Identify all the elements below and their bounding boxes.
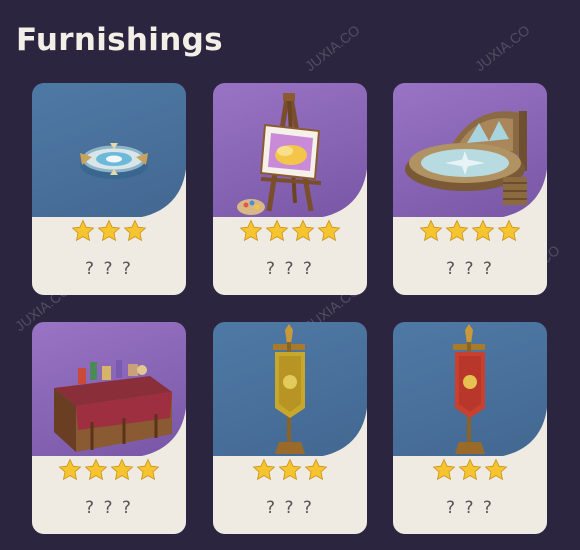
star-icon bbox=[497, 219, 521, 242]
furnishing-card-5[interactable]: ? ? ? bbox=[213, 322, 367, 534]
furnishing-card-2[interactable]: ? ? ? bbox=[213, 83, 367, 295]
watermark: JUXIA.CO bbox=[471, 21, 533, 75]
rarity-stars bbox=[393, 219, 547, 243]
star-icon bbox=[484, 458, 508, 481]
star-icon bbox=[97, 219, 121, 242]
star-icon bbox=[432, 458, 456, 481]
star-icon bbox=[239, 219, 263, 242]
star-icon bbox=[458, 458, 482, 481]
card-name: ? ? ? bbox=[446, 259, 494, 279]
card-name: ? ? ? bbox=[85, 498, 133, 518]
star-icon bbox=[265, 219, 289, 242]
star-icon bbox=[304, 458, 328, 481]
card-curve bbox=[32, 408, 186, 458]
card-name: ? ? ? bbox=[266, 498, 314, 518]
rarity-stars bbox=[213, 458, 367, 482]
furnishing-card-1[interactable]: ? ? ? bbox=[32, 83, 186, 295]
card-name: ? ? ? bbox=[446, 498, 494, 518]
card-name: ? ? ? bbox=[266, 259, 314, 279]
card-curve bbox=[213, 408, 367, 458]
star-icon bbox=[71, 219, 95, 242]
star-icon bbox=[84, 458, 108, 481]
watermark: JUXIA.CO bbox=[301, 21, 363, 75]
card-curve bbox=[393, 169, 547, 219]
star-icon bbox=[291, 219, 315, 242]
card-curve bbox=[393, 408, 547, 458]
rarity-stars bbox=[213, 219, 367, 243]
star-icon bbox=[317, 219, 341, 242]
star-icon bbox=[136, 458, 160, 481]
card-curve bbox=[213, 169, 367, 219]
star-icon bbox=[252, 458, 276, 481]
furnishing-card-6[interactable]: ? ? ? bbox=[393, 322, 547, 534]
star-icon bbox=[471, 219, 495, 242]
star-icon bbox=[278, 458, 302, 481]
page-title: Furnishings bbox=[16, 22, 223, 58]
star-icon bbox=[58, 458, 82, 481]
star-icon bbox=[419, 219, 443, 242]
card-curve bbox=[32, 169, 186, 219]
star-icon bbox=[110, 458, 134, 481]
rarity-stars bbox=[393, 458, 547, 482]
furnishing-card-4[interactable]: ? ? ? bbox=[32, 322, 186, 534]
rarity-stars bbox=[32, 458, 186, 482]
furnishing-card-3[interactable]: ? ? ? bbox=[393, 83, 547, 295]
star-icon bbox=[445, 219, 469, 242]
rarity-stars bbox=[32, 219, 186, 243]
card-name: ? ? ? bbox=[85, 259, 133, 279]
star-icon bbox=[123, 219, 147, 242]
